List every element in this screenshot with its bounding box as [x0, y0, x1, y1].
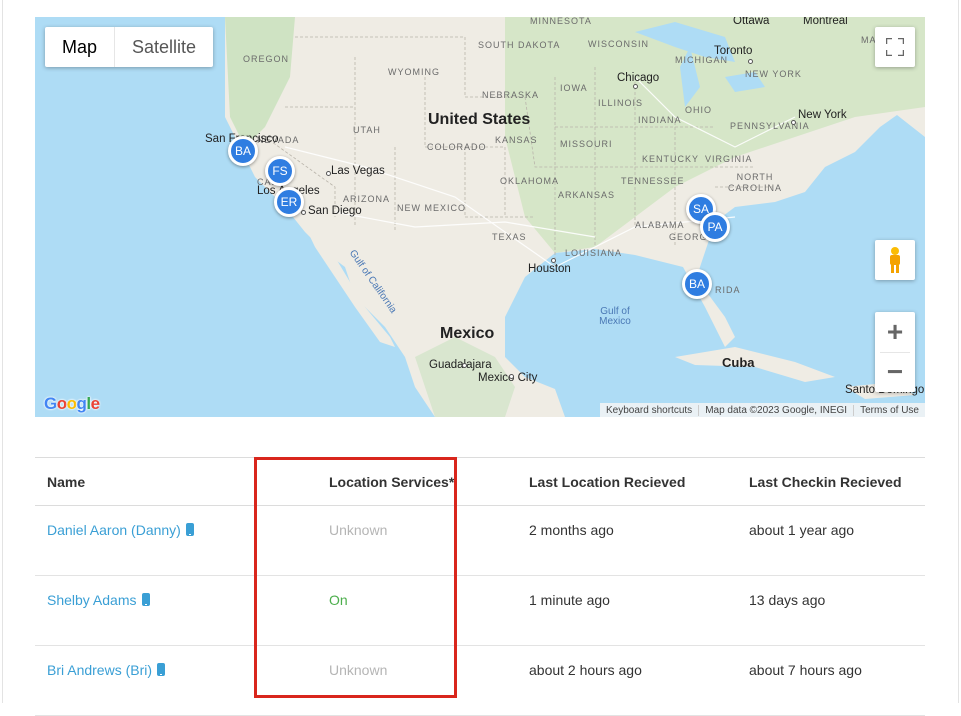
member-name-link[interactable]: Bri Andrews (Bri) — [47, 662, 152, 678]
map-state-label: NEW YORK — [745, 69, 802, 79]
map-state-label: UTAH — [353, 125, 381, 135]
map-state-label: KENTUCKY — [642, 154, 700, 164]
last-checkin-cell: 13 days ago — [705, 575, 925, 646]
member-name-link[interactable]: Daniel Aaron (Danny) — [47, 522, 181, 538]
member-name-link[interactable]: Shelby Adams — [47, 592, 137, 608]
column-header-last-location[interactable]: Last Location Recieved — [485, 457, 705, 506]
map-state-label: NORTH CAROLINA — [727, 172, 782, 193]
map-marker[interactable]: BA — [228, 136, 258, 166]
map-state-label: MISSOURI — [560, 139, 613, 149]
map-city-label: San Diego — [308, 205, 362, 217]
name-cell: Bri Andrews (Bri) — [35, 645, 285, 716]
map-state-label: KANSAS — [495, 135, 538, 145]
zoom-control: + − — [875, 312, 915, 392]
table-row: Bri Andrews (Bri) Unknown about 2 hours … — [35, 645, 925, 716]
map-city-dot — [462, 363, 467, 368]
last-location-cell: 2 months ago — [485, 505, 705, 576]
last-location-cell: 1 minute ago — [485, 575, 705, 646]
map-state-label: ARIZONA — [343, 194, 391, 204]
map-data-text: Map data ©2023 Google, INEGI — [698, 404, 853, 416]
phone-icon — [141, 593, 150, 606]
location-services-status: Unknown — [285, 645, 485, 716]
column-header-location-services[interactable]: Location Services* — [285, 457, 485, 506]
map-city-label: Las Vegas — [331, 165, 385, 177]
map-type-satellite-button[interactable]: Satellite — [115, 27, 213, 67]
phone-icon — [157, 663, 166, 676]
map-state-label: OKLAHOMA — [500, 176, 560, 186]
map-state-label: VIRGINIA — [705, 154, 753, 164]
last-checkin-cell: about 1 year ago — [705, 505, 925, 576]
map-marker[interactable]: BA — [682, 269, 712, 299]
name-cell: Shelby Adams — [35, 575, 285, 646]
street-view-button[interactable] — [875, 240, 915, 280]
map-city-label: Mexico City — [478, 372, 538, 384]
map-country-label: United States — [428, 111, 531, 128]
map-country-label: Mexico — [440, 325, 495, 342]
map-marker[interactable]: PA — [700, 212, 730, 242]
map-city-label: Ottawa — [733, 17, 770, 27]
location-services-status: On — [285, 575, 485, 646]
map-state-label: ARKANSAS — [558, 190, 616, 200]
map-city-label: Toronto — [714, 45, 753, 57]
map-state-label: LOUISIANA — [565, 248, 623, 258]
map-city-label: New York — [798, 109, 847, 121]
zoom-out-button[interactable]: − — [875, 352, 915, 392]
keyboard-shortcuts-link[interactable]: Keyboard shortcuts — [600, 405, 698, 416]
map-state-label: ALABAMA — [635, 220, 685, 230]
map-water-label: Gulf of Mexico — [599, 306, 631, 327]
phone-icon — [185, 523, 194, 536]
map-marker[interactable]: ER — [274, 187, 304, 217]
map-type-control: Map Satellite — [45, 27, 214, 67]
column-header-last-checkin[interactable]: Last Checkin Recieved — [705, 457, 925, 506]
map-city-label: Chicago — [617, 72, 660, 84]
map-type-map-button[interactable]: Map — [45, 27, 114, 67]
column-header-name[interactable]: Name — [35, 457, 285, 506]
members-table: Name Location Services* Last Location Re… — [35, 457, 925, 716]
map-city-dot — [791, 120, 796, 125]
terms-of-use-link[interactable]: Terms of Use — [853, 404, 925, 416]
map-city-dot — [509, 374, 514, 379]
map-state-label: COLORADO — [427, 142, 487, 152]
map-state-label: RIDA — [715, 285, 741, 295]
map-city-dot — [633, 84, 638, 89]
map-state-label: TEXAS — [492, 232, 527, 242]
location-services-status: Unknown — [285, 505, 485, 576]
table-header-row: Name Location Services* Last Location Re… — [35, 457, 925, 506]
map-state-label: NEW MEXICO — [397, 203, 467, 213]
map-city-label: Cuba — [722, 355, 755, 370]
last-checkin-cell: about 7 hours ago — [705, 645, 925, 716]
map-state-label: INDIANA — [638, 115, 682, 125]
map-city-dot — [301, 210, 306, 215]
map-city-dot — [748, 59, 753, 64]
name-cell: Daniel Aaron (Danny) — [35, 505, 285, 576]
map-state-label: OHIO — [685, 105, 713, 115]
map-state-label: WYOMING — [388, 67, 440, 77]
map-city-dot — [326, 171, 331, 176]
last-location-cell: about 2 hours ago — [485, 645, 705, 716]
map-state-label: ILLINOIS — [598, 98, 644, 108]
zoom-in-button[interactable]: + — [875, 312, 915, 352]
map-attribution: Keyboard shortcuts Map data ©2023 Google… — [600, 403, 925, 417]
map-state-label: IOWA — [560, 83, 588, 93]
google-logo: Google — [44, 394, 100, 413]
fullscreen-icon — [886, 38, 904, 56]
table-row: Shelby Adams On 1 minute ago 13 days ago — [35, 575, 925, 646]
map-city-dot — [551, 258, 556, 263]
table-row: Daniel Aaron (Danny) Unknown 2 months ag… — [35, 505, 925, 576]
map-marker[interactable]: FS — [265, 156, 295, 186]
map-city-label: Houston — [528, 263, 571, 275]
map[interactable]: OREGON WYOMING NEBRASKA SOUTH DAKOTA MIN… — [35, 17, 925, 417]
map-state-label: PENNSYLVANIA — [730, 121, 810, 131]
map-city-label: Montreal — [803, 17, 848, 27]
fullscreen-button[interactable] — [875, 27, 915, 67]
map-state-label: OREGON — [243, 54, 290, 64]
map-city-label: Guadalajara — [429, 359, 492, 371]
map-state-label: TENNESSEE — [621, 176, 685, 186]
map-state-label: SOUTH DAKOTA — [478, 40, 561, 50]
map-state-label: MINNESOTA — [530, 17, 592, 26]
map-state-label: NEBRASKA — [482, 90, 540, 100]
map-state-label: WISCONSIN — [588, 39, 650, 49]
pegman-icon — [890, 247, 900, 273]
